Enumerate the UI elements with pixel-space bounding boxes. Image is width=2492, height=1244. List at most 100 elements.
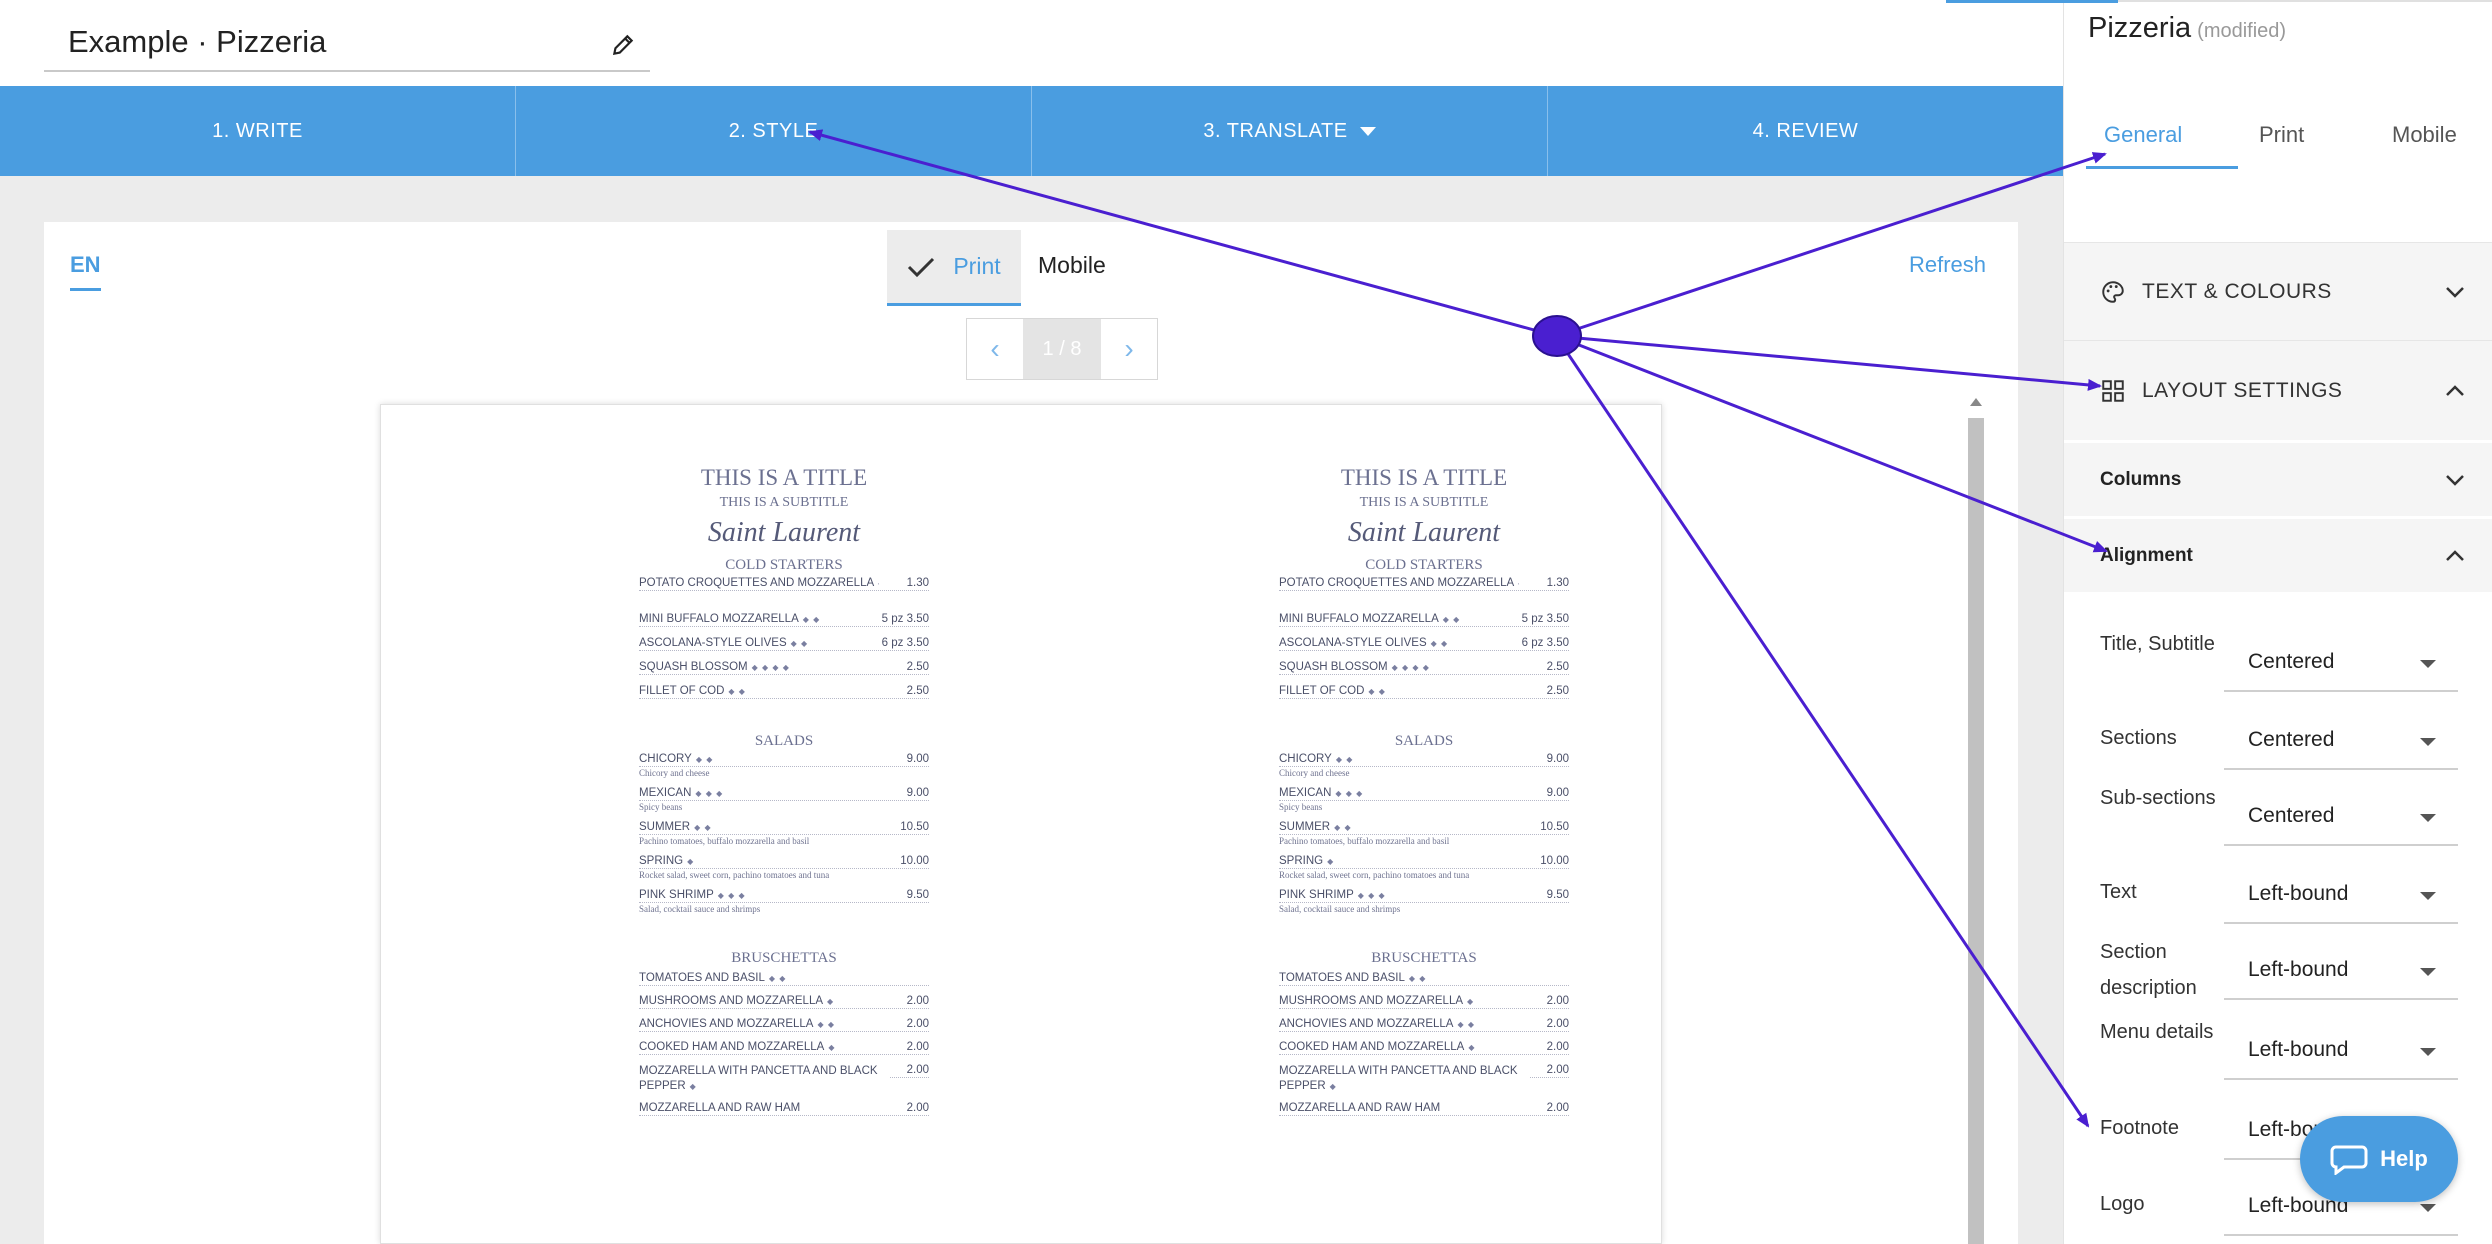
menu-item-price: 2.00: [1544, 1041, 1569, 1053]
menu-logo-script: Saint Laurent: [707, 517, 861, 548]
chevron-left-icon[interactable]: ‹: [967, 319, 1023, 379]
accordion-columns[interactable]: Columns: [2064, 440, 2492, 516]
allergen-icons: ◆ ◆ ▴: [878, 579, 879, 588]
dot-leader: [639, 674, 929, 675]
alignment-label: Footnote: [2100, 1117, 2179, 1139]
menu-item-name: MOZZARELLA AND RAW HAM: [1279, 1102, 1441, 1114]
dropdown-arrow-icon: [2420, 660, 2436, 668]
menu-item-name-text: ASCOLANA-STYLE OLIVES: [1279, 637, 1427, 649]
document-title-field[interactable]: Example · Pizzeria: [44, 14, 650, 72]
menu-item-price: 9.00: [904, 787, 929, 799]
menu-item-name-text: MEXICAN: [639, 787, 692, 799]
menu-item-name-text: MOZZARELLA AND RAW HAM: [1279, 1102, 1441, 1114]
dot-leader: [639, 985, 929, 986]
scrollbar-thumb[interactable]: [1968, 418, 1984, 1244]
scroll-up-icon[interactable]: [1970, 398, 1982, 406]
menu-item-name: ANCHOVIES AND MOZZARELLA ◆ ◆: [639, 1018, 835, 1030]
alignment-select-menu-details[interactable]: Left-bound: [2224, 1024, 2458, 1080]
dropdown-arrow-icon: [2420, 892, 2436, 900]
menu-item-name: MUSHROOMS AND MOZZARELLA ◆: [639, 995, 835, 1007]
accordion-alignment-label: Alignment: [2100, 544, 2193, 566]
allergen-icons: ◆ ◆ ▴: [1518, 579, 1519, 588]
select-value: Left-bound: [2248, 882, 2349, 905]
accordion-layout-settings[interactable]: LAYOUT SETTINGS: [2064, 340, 2492, 440]
pencil-icon[interactable]: [610, 32, 636, 58]
menu-item: SQUASH BLOSSOM ◆ ◆ ◆ ◆ 2.50: [639, 661, 929, 681]
allergen-icons: ◆ ◆: [1408, 974, 1427, 983]
dot-leader: [1279, 834, 1569, 835]
allergen-icons: ◆ ◆: [1442, 615, 1461, 624]
menu-item-price: 2.50: [904, 685, 929, 697]
menu-item-name: MOZZARELLA WITH PANCETTA AND BLACK PEPPE…: [639, 1064, 889, 1094]
allergen-icons: ◆ ◆: [728, 687, 746, 696]
alignment-select-section-description[interactable]: Left-bound: [2224, 944, 2458, 1000]
panel-top-accent: [1946, 0, 2118, 3]
language-tab-en[interactable]: EN: [70, 252, 101, 291]
dot-leader: [639, 650, 929, 651]
chevron-down-icon: [2446, 474, 2464, 486]
menu-item: SPRING ◆ 10.00 Rocket salad, sweet corn, pa…: [639, 855, 929, 880]
menu-item-name-text: SPRING: [639, 855, 684, 867]
alignment-select-sub-sections[interactable]: Centered: [2224, 790, 2458, 846]
accordion-alignment[interactable]: Alignment: [2064, 516, 2492, 592]
menu-section-title: COLD STARTERS: [725, 557, 843, 573]
dot-leader: [639, 766, 929, 767]
menu-item: MINI BUFFALO MOZZARELLA ◆ ◆ 5 pz 3.50: [639, 613, 929, 633]
accordion-columns-label: Columns: [2100, 468, 2182, 490]
allergen-icons: ◆ ◆: [1430, 639, 1449, 648]
menu-item: MOZZARELLA AND RAW HAM 2.00: [1279, 1102, 1569, 1122]
dot-leader: [1279, 766, 1569, 767]
menu-item-name: SPRING ◆: [1279, 855, 1335, 867]
menu-title: THIS IS A TITLE: [1340, 465, 1508, 490]
page-pager: ‹ 1 / 8 ›: [966, 318, 1158, 380]
refresh-button[interactable]: Refresh: [1909, 252, 1986, 278]
menu-title: THIS IS A TITLE: [700, 465, 868, 490]
dropdown-arrow-icon: [2420, 738, 2436, 746]
menu-item-name-text: MOZZARELLA WITH PANCETTA AND BLACK PEPPE…: [1279, 1065, 1518, 1092]
menu-item: ANCHOVIES AND MOZZARELLA ◆ ◆ 2.00: [639, 1018, 929, 1038]
menu-item-name: MEXICAN ◆ ◆ ◆: [639, 787, 724, 799]
allergen-icons: ◆: [1329, 1082, 1337, 1091]
accordion-text-colours[interactable]: TEXT & COLOURS: [2064, 242, 2492, 340]
alignment-select-text[interactable]: Left-bound: [2224, 868, 2458, 924]
chevron-up-icon: [2446, 384, 2464, 396]
print-toggle[interactable]: Print: [887, 230, 1021, 306]
tab-print[interactable]: Print: [2259, 122, 2304, 148]
menu-item: MOZZARELLA AND RAW HAM 2.00: [639, 1102, 929, 1122]
step-write[interactable]: 1. WRITE: [0, 86, 516, 176]
menu-item: MEXICAN ◆ ◆ ◆ 9.00 Spicy beans: [639, 787, 929, 812]
menu-section-title: SALADS: [1394, 733, 1454, 749]
step-style-label: 2. STYLE: [728, 119, 819, 142]
alignment-label: Title, Subtitle: [2100, 633, 2215, 655]
menu-logo-script: Saint Laurent: [1347, 517, 1501, 548]
menu-item-name-text: ANCHOVIES AND MOZZARELLA: [1279, 1018, 1454, 1030]
menu-item: TOMATOES AND BASIL ◆ ◆: [639, 972, 929, 992]
alignment-select-title-subtitle[interactable]: Centered: [2224, 636, 2458, 692]
preview-scrollbar[interactable]: [1966, 392, 1986, 1244]
page-indicator: 1 / 8: [1023, 319, 1101, 379]
menu-item-name-text: PINK SHRIMP: [1279, 889, 1354, 901]
menu-item-description: Salad, cocktail sauce and shrimps: [1279, 904, 1401, 914]
tab-mobile[interactable]: Mobile: [2392, 122, 2457, 148]
alignment-select-sections[interactable]: Centered: [2224, 714, 2458, 770]
allergen-icons: ◆: [1467, 997, 1475, 1006]
mobile-toggle[interactable]: Mobile: [1038, 252, 1106, 279]
menu-item: SUMMER ◆ ◆ 10.50 Pachino tomatoes, buffalo …: [639, 821, 929, 846]
tab-general[interactable]: General: [2104, 122, 2182, 148]
step-review[interactable]: 4. REVIEW: [1548, 86, 2063, 176]
menu-item-description: Chicory and cheese: [639, 768, 710, 778]
menu-item-description: Chicory and cheese: [1279, 768, 1350, 778]
menu-item-description: Spicy beans: [639, 802, 683, 812]
menu-item-price: 10.50: [898, 821, 929, 833]
step-style[interactable]: 2. STYLE: [516, 86, 1032, 190]
chevron-right-icon[interactable]: ›: [1101, 319, 1157, 379]
select-value: Centered: [2248, 650, 2335, 673]
menu-item: MUSHROOMS AND MOZZARELLA ◆ 2.00: [639, 995, 929, 1015]
menu-item-price: 2.00: [1544, 1102, 1569, 1114]
allergen-icons: ◆ ◆: [1334, 823, 1352, 832]
step-translate[interactable]: 3. TRANSLATE: [1032, 86, 1548, 176]
dot-leader: [1279, 868, 1569, 869]
menu-item-price: 1.30: [904, 577, 929, 589]
help-button[interactable]: Help: [2300, 1116, 2458, 1202]
menu-item: PINK SHRIMP ◆ ◆ ◆ 9.50 Salad, cocktail sauc…: [1279, 889, 1569, 914]
